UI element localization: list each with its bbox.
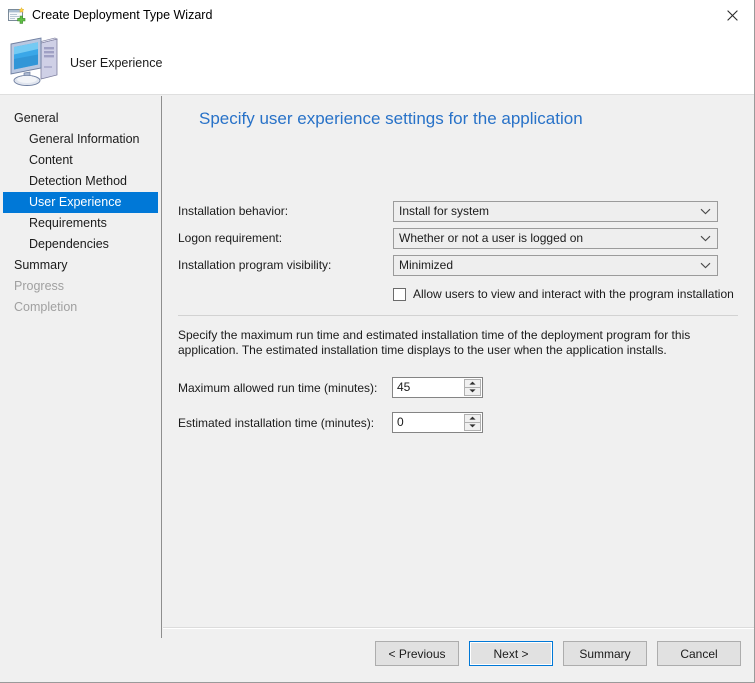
wizard-step-navigation: General General Information Content Dete… xyxy=(0,96,162,638)
window-title: Create Deployment Type Wizard xyxy=(32,8,213,22)
stepper-buttons xyxy=(464,379,481,396)
sidebar-item-progress: Progress xyxy=(3,276,158,297)
create-deployment-type-wizard-window: Create Deployment Type Wizard User Exper… xyxy=(0,0,755,683)
allow-users-interact-checkbox-row[interactable]: Allow users to view and interact with th… xyxy=(393,285,734,303)
next-button[interactable]: Next > xyxy=(469,641,553,666)
summary-button[interactable]: Summary xyxy=(563,641,647,666)
sidebar-item-label: Dependencies xyxy=(29,237,109,251)
field-maximum-allowed-run-time: Maximum allowed run time (minutes): 45 xyxy=(163,377,754,398)
checkbox-label: Allow users to view and interact with th… xyxy=(413,287,734,301)
sidebar-item-completion: Completion xyxy=(3,297,158,318)
dropdown-value: Minimized xyxy=(399,258,454,272)
stepper-buttons xyxy=(464,414,481,431)
spinner-up-icon[interactable] xyxy=(464,379,481,388)
logon-requirement-dropdown[interactable]: Whether or not a user is logged on xyxy=(393,228,718,249)
content-pane: Specify user experience settings for the… xyxy=(163,96,754,627)
chevron-down-icon xyxy=(697,229,713,248)
field-label: Logon requirement: xyxy=(178,231,283,245)
sidebar-item-label: Requirements xyxy=(29,216,107,230)
installation-behavior-dropdown[interactable]: Install for system xyxy=(393,201,718,222)
sidebar-item-detection-method[interactable]: Detection Method xyxy=(3,171,158,192)
sidebar-item-label: Completion xyxy=(14,300,78,314)
estimated-installation-time-stepper[interactable]: 0 xyxy=(392,412,483,433)
sidebar-item-label: Content xyxy=(29,153,73,167)
chevron-down-icon xyxy=(697,202,713,221)
stepper-value: 0 xyxy=(397,415,404,429)
previous-button[interactable]: < Previous xyxy=(375,641,459,666)
field-label: Estimated installation time (minutes): xyxy=(178,416,375,430)
page-header: User Experience xyxy=(0,31,754,95)
computer-icon xyxy=(8,35,64,87)
wizard-window-icon xyxy=(8,7,26,24)
field-label: Installation behavior: xyxy=(178,204,289,218)
sidebar-item-user-experience[interactable]: User Experience xyxy=(3,192,158,213)
dropdown-value: Install for system xyxy=(399,204,490,218)
field-installation-behavior: Installation behavior: Install for syste… xyxy=(163,201,754,223)
section-description: Specify the maximum run time and estimat… xyxy=(178,328,691,357)
chevron-down-icon xyxy=(697,256,713,275)
title-bar: Create Deployment Type Wizard xyxy=(0,0,754,31)
sidebar-item-label: Detection Method xyxy=(29,174,127,188)
page-title: Specify user experience settings for the… xyxy=(199,109,583,128)
close-icon[interactable] xyxy=(709,0,754,30)
sidebar-item-label: User Experience xyxy=(29,195,122,209)
spinner-down-icon[interactable] xyxy=(464,422,481,431)
sidebar-item-requirements[interactable]: Requirements xyxy=(3,213,158,234)
sidebar-item-label: Progress xyxy=(14,279,65,293)
field-logon-requirement: Logon requirement: Whether or not a user… xyxy=(163,228,754,250)
cancel-button[interactable]: Cancel xyxy=(657,641,741,666)
sidebar-item-label: General xyxy=(14,111,59,125)
spinner-up-icon[interactable] xyxy=(464,414,481,423)
footer-bar: < Previous Next > Summary Cancel xyxy=(163,629,754,682)
field-label: Maximum allowed run time (minutes): xyxy=(178,381,378,395)
sidebar-item-general[interactable]: General xyxy=(3,108,158,129)
sidebar-item-label: General Information xyxy=(29,132,140,146)
sidebar-item-label: Summary xyxy=(14,258,68,272)
wizard-buttons: < Previous Next > Summary Cancel xyxy=(375,641,741,666)
field-estimated-installation-time: Estimated installation time (minutes): 0 xyxy=(163,412,754,433)
sidebar-item-dependencies[interactable]: Dependencies xyxy=(3,234,158,255)
dropdown-value: Whether or not a user is logged on xyxy=(399,231,584,245)
section-divider xyxy=(178,315,738,316)
maximum-allowed-run-time-stepper[interactable]: 45 xyxy=(392,377,483,398)
field-installation-program-visibility: Installation program visibility: Minimiz… xyxy=(163,255,754,277)
allow-users-interact-checkbox[interactable] xyxy=(393,287,406,301)
installation-program-visibility-dropdown[interactable]: Minimized xyxy=(393,255,718,276)
field-label: Installation program visibility: xyxy=(178,258,332,272)
stepper-value: 45 xyxy=(397,380,411,394)
sidebar-item-summary[interactable]: Summary xyxy=(3,255,158,276)
sidebar-item-general-information[interactable]: General Information xyxy=(3,129,158,150)
sidebar-item-content[interactable]: Content xyxy=(3,150,158,171)
spinner-down-icon[interactable] xyxy=(464,387,481,396)
header-title: User Experience xyxy=(70,56,163,70)
